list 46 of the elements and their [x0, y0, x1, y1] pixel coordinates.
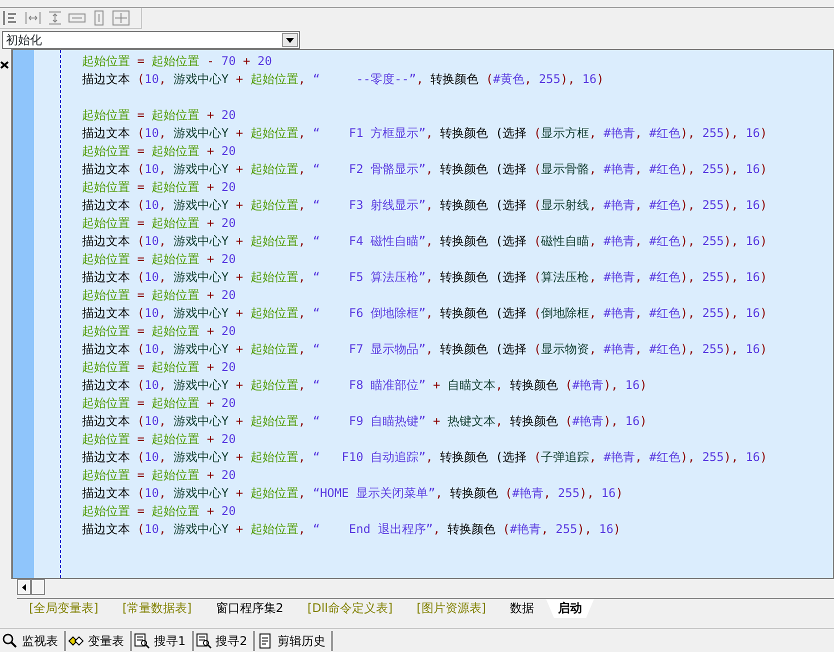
scroll-left-button[interactable]: [17, 579, 31, 595]
code-line: 描边文本 (10, 游戏中心Y + 起始位置, “ F2 骨骼显示”, 转换颜色 (选择 (显示骨骼, #艳青, #红色), 255), 16): [82, 161, 768, 178]
code-line: 描边文本 (10, 游戏中心Y + 起始位置, “ F4 磁性自瞄”, 转换颜色 (选择 (磁性自瞄, #艳青, #红色), 255), 16): [82, 233, 768, 250]
code-line: 描边文本 (10, 游戏中心Y + 起始位置, “HOME 显示关闭菜单”, 转换颜色 (#艳青, 255), 16): [82, 485, 624, 502]
code-line: 起始位置 = 起始位置 + 20: [82, 503, 237, 520]
code-line: 起始位置 = 起始位置 + 20: [82, 323, 237, 340]
document-search-icon: [196, 633, 212, 649]
code-line: 起始位置 = 起始位置 + 20: [82, 395, 237, 412]
code-line: 起始位置 = 起始位置 + 20: [82, 431, 237, 448]
file-tab[interactable]: 启动: [546, 599, 594, 618]
notepad-icon: [257, 633, 274, 649]
code-line: 描边文本 (10, 游戏中心Y + 起始位置, “ F1 方框显示”, 转换颜色 (选择 (显示方框, #艳青, #红色), 255), 16): [82, 125, 768, 142]
document-search-icon: [134, 633, 150, 649]
vertical-spacing-button[interactable]: [46, 10, 64, 26]
code-line: 描边文本 (10, 游戏中心Y + 起始位置, “ F3 射线显示”, 转换颜色 (选择 (显示射线, #艳青, #红色), 255), 16): [82, 197, 768, 214]
code-line: 描边文本 (10, 游戏中心Y + 起始位置, “ F9 自瞄热键” + 热键文本, 转换颜色 (#艳青), 16): [82, 413, 648, 430]
code-line: 描边文本 (10, 游戏中心Y + 起始位置, “ F8 瞄准部位” + 自瞄文本, 转换颜色 (#艳青), 16): [82, 377, 648, 394]
panel-tab-button[interactable]: 变量表: [66, 631, 132, 651]
code-line: 起始位置 = 起始位置 + 20: [82, 287, 237, 304]
panel-tab-button[interactable]: 搜寻1: [132, 631, 194, 651]
code-line: 描边文本 (10, 游戏中心Y + 起始位置, “ F6 倒地除框”, 转换颜色 (选择 (倒地除框, #艳青, #红色), 255), 16): [82, 305, 768, 322]
subroutine-dropdown[interactable]: 初始化: [2, 31, 300, 49]
scroll-thumb[interactable]: [31, 579, 45, 595]
code-line: 描边文本 (10, 游戏中心Y + 起始位置, “ F5 算法压枪”, 转换颜色 (选择 (算法压枪, #艳青, #红色), 255), 16): [82, 269, 768, 286]
code-line: 描边文本 (10, 游戏中心Y + 起始位置, “ F7 显示物品”, 转换颜色 (选择 (显示物资, #艳青, #红色), 255), 16): [82, 341, 768, 358]
panel-tab-button[interactable]: 剪辑历史: [255, 631, 334, 651]
close-icon[interactable]: [0, 60, 9, 69]
horizontal-spacing-button[interactable]: [24, 10, 42, 26]
search-icon: [2, 633, 18, 649]
size-resize-button[interactable]: [112, 10, 130, 26]
left-arrow-icon: [22, 584, 26, 590]
code-line: 起始位置 = 起始位置 + 20: [82, 179, 237, 196]
code-line: 描边文本 (10, 游戏中心Y + 起始位置, “ --零度--”, 转换颜色 (#黄色, 255), 16): [82, 71, 605, 88]
code-line: 起始位置 = 起始位置 - 70 + 20: [82, 53, 273, 70]
panel-tab-button[interactable]: 监视表: [0, 631, 66, 651]
code-line: 起始位置 = 起始位置 + 20: [82, 251, 237, 268]
code-line: 描边文本 (10, 游戏中心Y + 起始位置, “ F10 自动追踪”, 转换颜色 (选择 (子弹追踪, #艳青, #红色), 255), 16): [82, 449, 768, 466]
code-line: 描边文本 (10, 游戏中心Y + 起始位置, “ End 退出程序”, 转换颜色 (#艳青, 255), 16): [82, 521, 622, 538]
code-line: 起始位置 = 起始位置 + 20: [82, 107, 237, 124]
code-editor[interactable]: [12, 49, 834, 579]
code-line: 起始位置 = 起始位置 + 20: [82, 215, 237, 232]
code-line: 起始位置 = 起始位置 + 20: [82, 359, 237, 376]
panel-tab-button[interactable]: 搜寻2: [194, 631, 256, 651]
code-line: 起始位置 = 起始位置 + 20: [82, 467, 237, 484]
code-line: 起始位置 = 起始位置 + 20: [82, 143, 237, 160]
dropdown-arrow-icon: [286, 38, 294, 42]
